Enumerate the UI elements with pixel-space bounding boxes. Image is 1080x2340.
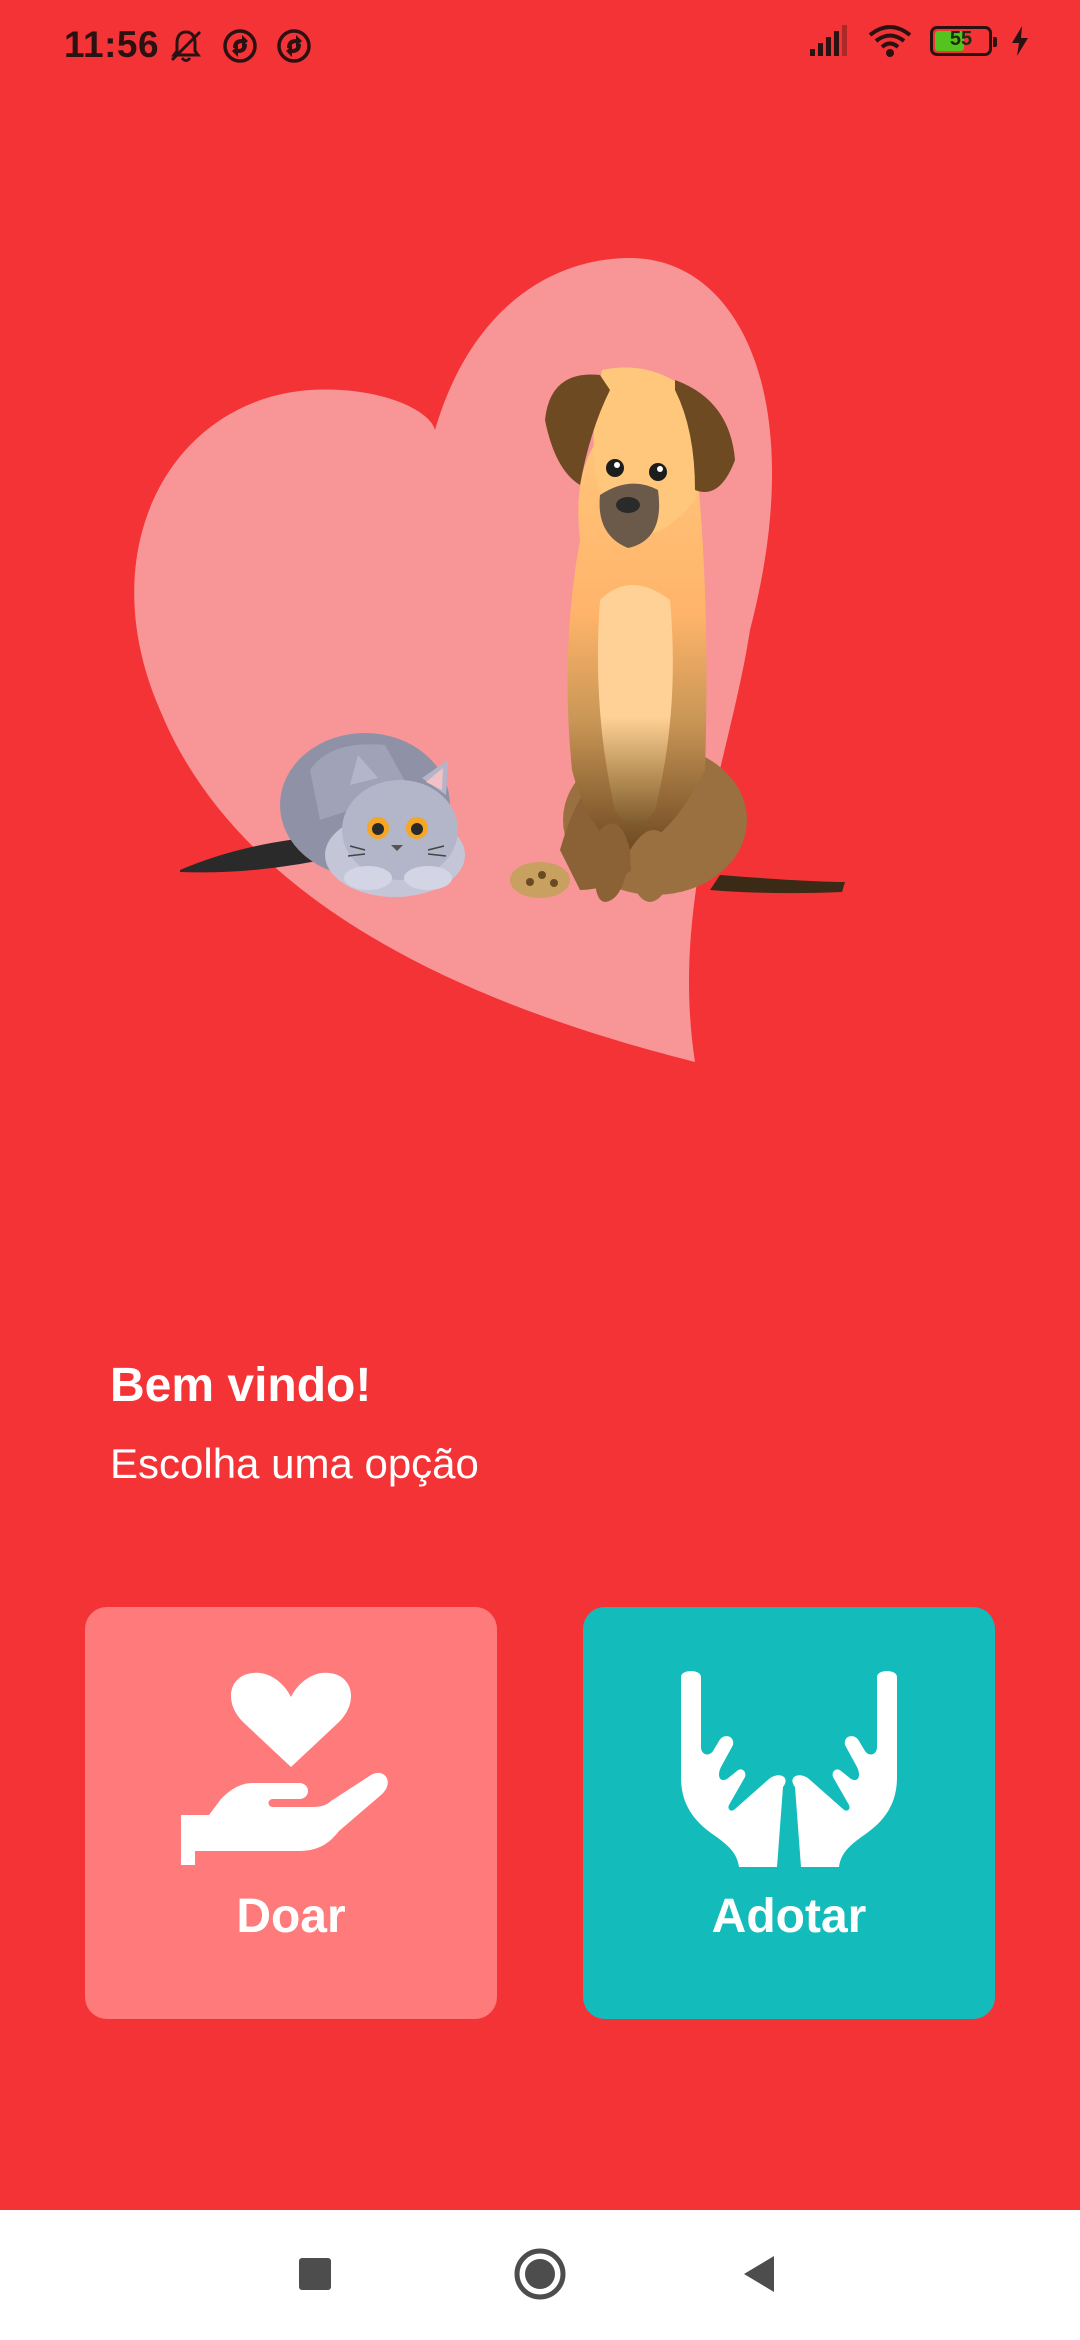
donate-label: Doar [236, 1890, 346, 1943]
battery-icon: 55 [930, 26, 997, 56]
navigation-bar [0, 2210, 1080, 2340]
home-circle-icon [514, 2248, 566, 2300]
sync-icon [223, 29, 257, 63]
open-hands-icon [681, 1671, 897, 1867]
recents-square-icon [299, 2258, 331, 2290]
adopt-label: Adotar [711, 1890, 867, 1943]
status-left-icons [166, 26, 314, 66]
greeting-title: Bem vindo! [110, 1359, 372, 1412]
cellular-signal-icon [810, 25, 847, 56]
status-bar: 11:56 55 [0, 0, 1080, 100]
notifications-muted-icon [170, 30, 202, 62]
battery-level: 55 [949, 28, 973, 50]
wifi-icon [868, 25, 912, 57]
status-right-icons: 55 [808, 24, 1030, 58]
home-button[interactable] [500, 2234, 580, 2314]
sync-icon [277, 29, 311, 63]
recents-button[interactable] [275, 2234, 355, 2314]
battery-cap [993, 37, 997, 47]
dog-tail [710, 875, 845, 894]
charging-bolt-icon [1012, 26, 1028, 56]
back-button[interactable] [720, 2234, 800, 2314]
adopt-button[interactable]: Adotar [583, 1607, 995, 2019]
greeting-subtitle: Escolha uma opção [110, 1440, 479, 1487]
hand-holding-heart-icon [181, 1672, 388, 1865]
status-time: 11:56 [64, 24, 160, 65]
back-triangle-icon [744, 2256, 774, 2292]
donate-button[interactable]: Doar [85, 1607, 497, 2019]
hero-illustration [134, 258, 845, 1062]
